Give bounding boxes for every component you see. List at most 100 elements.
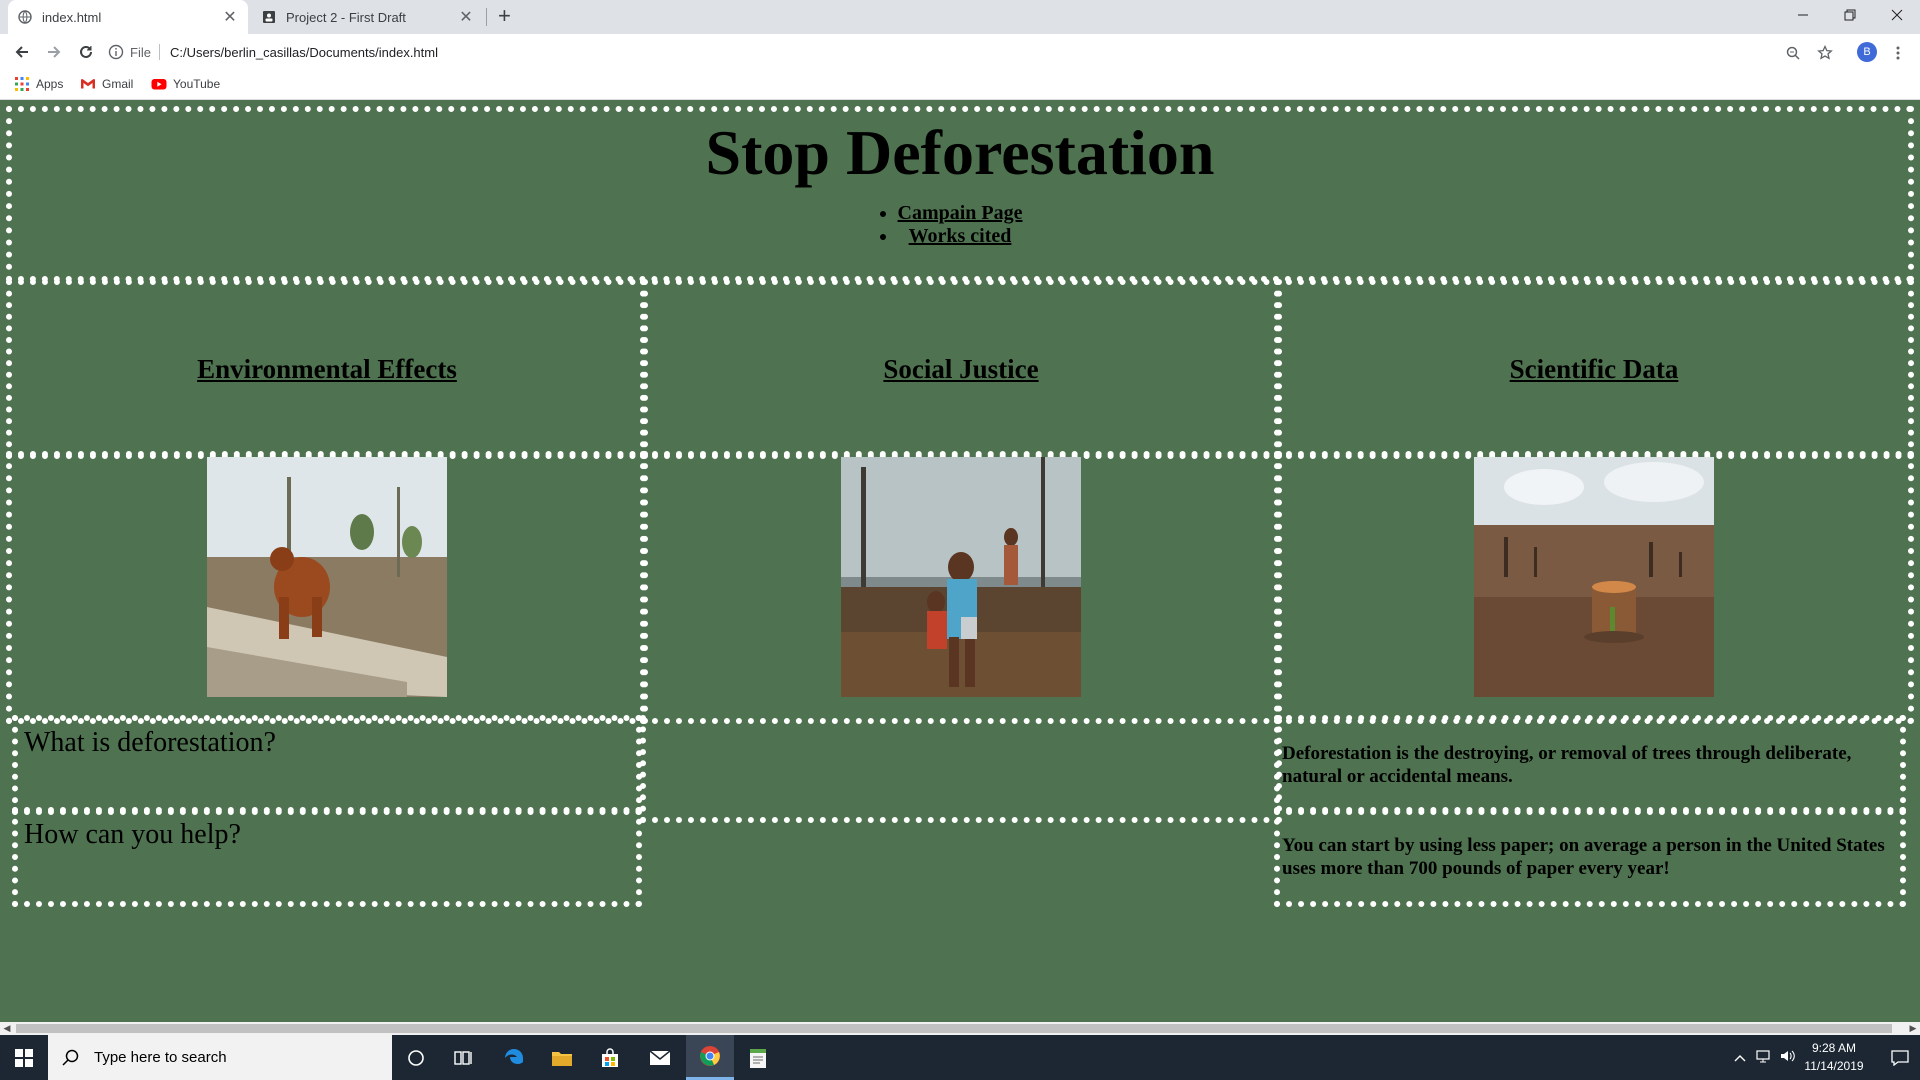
restore-button[interactable] — [1827, 0, 1873, 30]
mail-button[interactable] — [636, 1035, 684, 1080]
taskbar-search[interactable]: Type here to search — [48, 1035, 392, 1080]
taskbar-clock[interactable]: 9:28 AM 11/14/2019 — [1794, 1039, 1874, 1075]
chrome-taskbar-button[interactable] — [686, 1035, 734, 1080]
reload-button[interactable] — [74, 40, 98, 64]
apps-grid-icon — [14, 76, 30, 92]
folder-icon — [552, 1051, 572, 1066]
edge-icon — [505, 1048, 523, 1064]
question-box-1: What is deforestation? — [12, 715, 642, 815]
tab-project-2[interactable]: Project 2 - First Draft ✕ — [252, 0, 484, 34]
zoom-icon[interactable] — [1784, 44, 1802, 62]
bookmark-apps[interactable]: Apps — [14, 76, 63, 92]
taskbar: Type here to search 9:28 AM 11/14/2019 — [0, 1035, 1920, 1080]
forward-button[interactable] — [42, 40, 66, 64]
clock-time: 9:28 AM — [1811, 1041, 1857, 1055]
middle-empty-box — [640, 715, 1282, 823]
environmental-effects-link[interactable]: Environmental Effects — [197, 354, 457, 385]
tab-strip: index.html ✕ Project 2 - First Draft ✕ + — [0, 0, 1920, 34]
heading-cell-social: Social Justice — [640, 279, 1282, 459]
cortana-button[interactable] — [392, 1035, 440, 1080]
system-tray — [1734, 1035, 1796, 1080]
bookmark-gmail[interactable]: Gmail — [80, 76, 133, 92]
tree-stump-photo — [1474, 457, 1714, 697]
browser-toolbar: File C:/Users/berlin_casillas/Documents/… — [0, 34, 1920, 70]
minimize-button[interactable] — [1780, 0, 1826, 30]
windows-logo-icon — [15, 1048, 33, 1067]
orangutan-photo — [207, 457, 447, 697]
bookmark-label: Gmail — [102, 77, 134, 91]
page-title: Stop Deforestation — [705, 117, 1215, 188]
tab-index-html[interactable]: index.html ✕ — [8, 0, 248, 34]
search-icon — [62, 1049, 80, 1067]
nav-list: Campain Page Works cited — [898, 202, 1023, 248]
document-icon — [262, 10, 276, 24]
scientific-data-link[interactable]: Scientific Data — [1510, 354, 1679, 385]
social-justice-link[interactable]: Social Justice — [883, 354, 1038, 385]
works-cited-link[interactable]: Works cited — [909, 225, 1012, 247]
info-icon[interactable] — [108, 44, 124, 60]
tab-divider — [486, 8, 487, 26]
globe-icon — [18, 10, 32, 24]
scroll-right-icon[interactable]: ▶ — [1906, 1022, 1920, 1035]
heading-cell-environmental: Environmental Effects — [6, 279, 648, 459]
bookmark-star-icon[interactable] — [1816, 44, 1834, 62]
cortana-circle-icon — [408, 1049, 424, 1066]
youtube-icon — [151, 76, 167, 92]
header-section: Stop Deforestation Campain Page Works ci… — [6, 106, 1914, 282]
url-divider — [158, 44, 160, 60]
chevron-up-icon[interactable] — [1734, 1051, 1746, 1065]
action-center-button[interactable] — [1880, 1035, 1920, 1080]
url-scheme: File — [130, 44, 151, 60]
campain-page-link[interactable]: Campain Page — [898, 202, 1023, 224]
network-icon[interactable] — [1756, 1049, 1772, 1066]
answer-box-1: Deforestation is the destroying, or remo… — [1274, 715, 1906, 815]
answer-how-help: You can start by using less paper; on av… — [1282, 835, 1885, 879]
notepad-icon — [750, 1048, 766, 1068]
web-page: Stop Deforestation Campain Page Works ci… — [0, 101, 1920, 1022]
new-tab-button[interactable]: + — [498, 3, 511, 29]
task-view-icon — [454, 1050, 472, 1065]
tab-title: Project 2 - First Draft — [286, 9, 406, 25]
bookmark-youtube[interactable]: YouTube — [151, 76, 220, 92]
clock-date: 11/14/2019 — [1804, 1059, 1864, 1073]
image-cell-social — [640, 451, 1282, 724]
url-text[interactable]: C:/Users/berlin_casillas/Documents/index… — [170, 45, 438, 60]
menu-kebab-icon[interactable] — [1889, 44, 1907, 62]
question-how-help: How can you help? — [24, 819, 241, 850]
address-bar[interactable]: File C:/Users/berlin_casillas/Documents/… — [108, 38, 1788, 66]
scrollbar-thumb[interactable] — [16, 1024, 1892, 1033]
close-window-button[interactable] — [1874, 0, 1920, 30]
chrome-icon — [700, 1046, 720, 1066]
file-explorer-button[interactable] — [538, 1035, 586, 1080]
close-tab-icon[interactable]: ✕ — [458, 7, 474, 27]
bookmarks-bar: Apps Gmail YouTube — [0, 70, 1920, 100]
horizontal-scrollbar[interactable]: ◀ ▶ — [0, 1022, 1920, 1035]
notepad-app-button[interactable] — [734, 1035, 782, 1080]
nav-item-campain: Campain Page — [898, 202, 1023, 225]
image-cell-scientific — [1274, 451, 1914, 724]
store-bag-icon — [602, 1047, 618, 1067]
store-button[interactable] — [586, 1035, 634, 1080]
edge-button[interactable] — [490, 1035, 538, 1080]
tab-title: index.html — [42, 9, 102, 25]
close-tab-icon[interactable]: ✕ — [222, 7, 238, 27]
nav-item-works-cited: Works cited — [898, 225, 1023, 248]
image-cell-environmental — [6, 451, 648, 724]
mail-icon — [649, 1049, 671, 1065]
bookmark-label: Apps — [36, 77, 64, 91]
gmail-icon — [80, 76, 96, 92]
heading-cell-scientific: Scientific Data — [1274, 279, 1914, 459]
question-what-is: What is deforestation? — [24, 727, 276, 758]
bookmark-label: YouTube — [173, 77, 221, 91]
children-forest-photo — [841, 457, 1081, 697]
search-placeholder: Type here to search — [94, 1049, 227, 1066]
question-box-2: How can you help? — [12, 807, 642, 907]
task-view-button[interactable] — [440, 1035, 488, 1080]
answer-what-is: Deforestation is the destroying, or remo… — [1282, 743, 1852, 787]
start-button[interactable] — [0, 1035, 48, 1080]
notification-icon — [1891, 1049, 1909, 1066]
answer-box-2: You can start by using less paper; on av… — [1274, 807, 1906, 907]
profile-avatar[interactable]: B — [1857, 42, 1877, 62]
back-button[interactable] — [10, 40, 34, 64]
scroll-left-icon[interactable]: ◀ — [0, 1022, 14, 1035]
